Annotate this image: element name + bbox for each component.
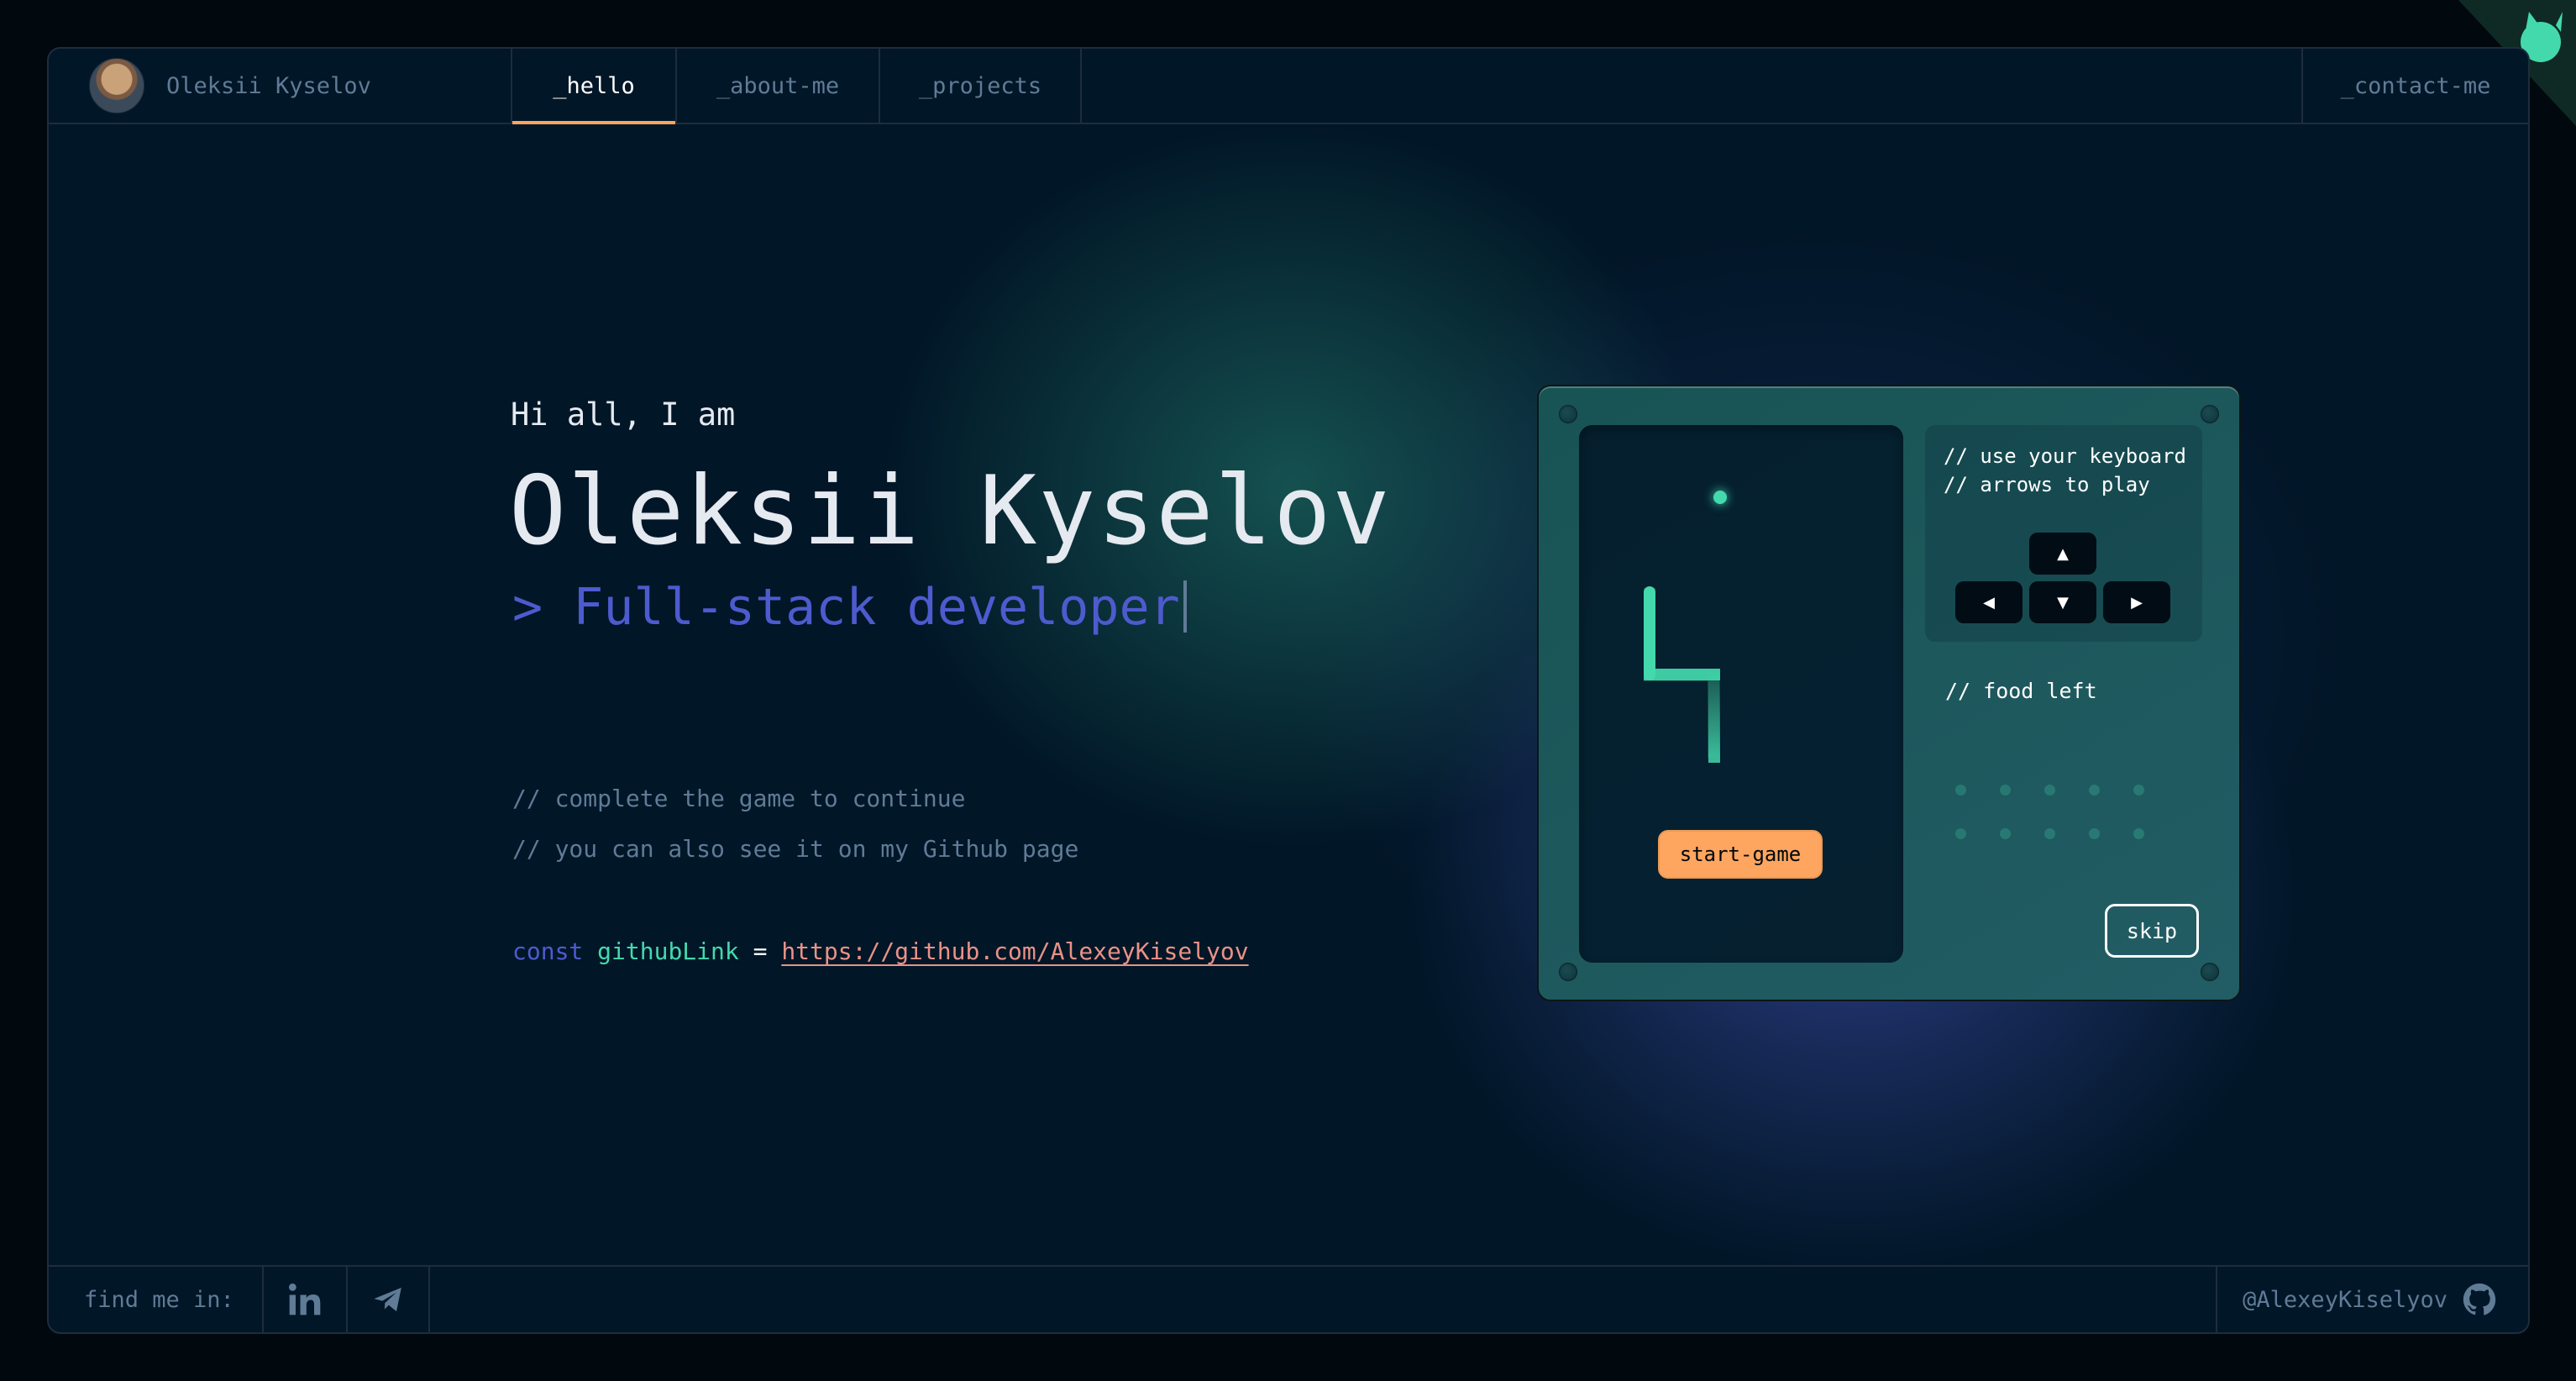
tab-hello-label: _hello xyxy=(553,72,635,99)
top-navbar: Oleksii Kyselov _hello _about-me _projec… xyxy=(49,49,2528,124)
github-handle: @AlexeyKiselyov xyxy=(2243,1286,2447,1313)
code-line: const githubLink = https://github.com/Al… xyxy=(512,937,1249,965)
food-dot xyxy=(1955,828,1966,839)
controls-panel: // use your keyboard // arrows to play ▲… xyxy=(1925,425,2202,642)
code-operator: = xyxy=(753,937,768,965)
avatar xyxy=(89,58,144,113)
food-dot xyxy=(2089,785,2100,796)
github-link[interactable]: https://github.com/AlexeyKiselyov xyxy=(781,937,1248,965)
food-left-title: // food left xyxy=(1945,679,2097,703)
controls-instructions: // use your keyboard // arrows to play xyxy=(1944,444,2186,496)
telegram-icon xyxy=(374,1287,401,1312)
tab-about-me-label: _about-me xyxy=(716,72,840,99)
comment-complete-game: // complete the game to continue xyxy=(512,785,966,812)
tab-projects-label: _projects xyxy=(918,72,1042,99)
arrow-up-key[interactable]: ▲ xyxy=(2029,533,2096,575)
screw-bottom-right xyxy=(2201,963,2219,981)
hero-name: Oleksii Kyselov xyxy=(509,455,1392,566)
arrow-up-icon: ▲ xyxy=(2057,544,2069,563)
food-dot xyxy=(2000,785,2011,796)
food-dot xyxy=(2044,828,2055,839)
github-icon xyxy=(2463,1283,2496,1315)
snake-game-console: start-game // use your keyboard // arrow… xyxy=(1537,385,2241,1001)
linkedin-icon xyxy=(288,1283,321,1315)
skip-button[interactable]: skip xyxy=(2105,904,2199,958)
comment-github-page: // you can also see it on my Github page xyxy=(512,835,1079,863)
food-dot xyxy=(2089,828,2100,839)
arrow-right-icon: ▶ xyxy=(2131,593,2143,612)
screw-top-left xyxy=(1559,405,1577,423)
app-frame: Oleksii Kyselov _hello _about-me _projec… xyxy=(47,47,2530,1334)
code-keyword: const xyxy=(512,937,584,965)
brand[interactable]: Oleksii Kyselov xyxy=(89,58,371,113)
game-screen[interactable]: start-game xyxy=(1579,425,1903,963)
food-dot xyxy=(2044,785,2055,796)
hero-role: > Full-stack developer xyxy=(512,578,1187,637)
find-me-label: find me in: xyxy=(84,1286,234,1313)
food-dot xyxy=(2133,785,2144,796)
arrow-down-key[interactable]: ▼ xyxy=(2029,581,2096,623)
greeting: Hi all, I am xyxy=(511,396,736,433)
github-profile-link[interactable]: @AlexeyKiselyov xyxy=(2216,1267,2528,1332)
arrow-down-icon: ▼ xyxy=(2057,593,2069,612)
telegram-link[interactable] xyxy=(346,1267,430,1332)
brand-name: Oleksii Kyselov xyxy=(166,72,371,99)
tab-contact-me-label: _contact-me xyxy=(2340,72,2491,99)
screw-bottom-left xyxy=(1559,963,1577,981)
tab-hello[interactable]: _hello xyxy=(511,49,675,124)
footer: find me in: @AlexeyKiselyov xyxy=(49,1265,2528,1332)
text-cursor xyxy=(1183,580,1187,633)
arrow-left-key[interactable]: ◀ xyxy=(1955,581,2023,623)
role-text: > Full-stack developer xyxy=(512,578,1180,637)
tab-contact-me[interactable]: _contact-me xyxy=(2301,49,2528,123)
arrow-left-icon: ◀ xyxy=(1983,593,1995,612)
food-dot xyxy=(1955,785,1966,796)
screw-top-right xyxy=(2201,405,2219,423)
snake xyxy=(1644,586,1720,763)
tab-about-me[interactable]: _about-me xyxy=(675,49,879,123)
code-variable: githubLink xyxy=(597,937,739,965)
food-dot xyxy=(2133,828,2144,839)
food-dot xyxy=(2000,828,2011,839)
start-game-button[interactable]: start-game xyxy=(1658,830,1823,879)
arrow-right-key[interactable]: ▶ xyxy=(2103,581,2170,623)
linkedin-link[interactable] xyxy=(262,1267,346,1332)
tab-projects[interactable]: _projects xyxy=(879,49,1082,123)
